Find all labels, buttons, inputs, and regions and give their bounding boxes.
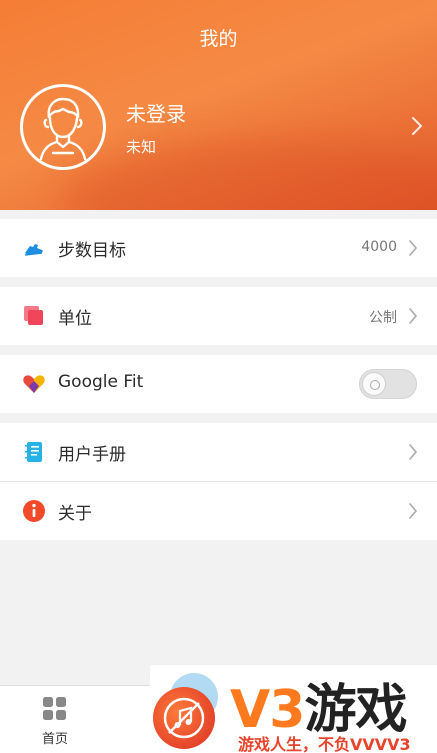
- gender-label: 未知: [126, 138, 157, 156]
- watermark-logo: V3游戏 游戏人生，不负VVVV3: [150, 665, 437, 753]
- unit-value: 公制: [369, 310, 397, 326]
- settings-group-steps: 步数目标 4000: [0, 219, 437, 277]
- profile-card[interactable]: 未登录 未知: [18, 82, 423, 172]
- username-label: 未登录: [126, 102, 186, 126]
- notebook-icon: [25, 442, 42, 462]
- home-grid-icon: [43, 697, 66, 720]
- about-label: 关于: [58, 504, 92, 524]
- toggle-knob: [362, 372, 386, 396]
- user-manual-label: 用户手册: [58, 445, 126, 465]
- chevron-right-icon: [412, 117, 422, 135]
- nav-home[interactable]: 首页: [30, 696, 80, 747]
- about-row[interactable]: 关于: [0, 482, 437, 540]
- music-disc-icon: [153, 687, 215, 749]
- step-goal-value: 4000: [361, 239, 397, 255]
- user-avatar-icon: [39, 97, 87, 161]
- avatar[interactable]: [20, 84, 106, 170]
- google-fit-toggle[interactable]: [359, 369, 417, 399]
- settings-group-info: 用户手册 关于: [0, 423, 437, 540]
- chevron-right-icon: [409, 308, 418, 324]
- google-fit-row: Google Fit: [0, 355, 437, 413]
- settings-group-unit: 单位 公制: [0, 287, 437, 345]
- nav-home-label: 首页: [41, 732, 68, 747]
- unit-row[interactable]: 单位 公制: [0, 287, 437, 345]
- unit-label: 单位: [58, 309, 92, 329]
- layers-icon: [24, 306, 43, 325]
- chevron-right-icon: [409, 240, 418, 256]
- step-goal-row[interactable]: 步数目标 4000: [0, 219, 437, 277]
- info-icon: [23, 500, 45, 522]
- sneaker-icon: [24, 244, 43, 256]
- page-title: 我的: [199, 28, 238, 50]
- google-fit-label: Google Fit: [58, 372, 144, 392]
- chevron-right-icon: [409, 444, 418, 460]
- settings-group-google-fit: Google Fit: [0, 355, 437, 413]
- profile-header: 我的 未登录 未知: [0, 0, 437, 210]
- chevron-right-icon: [409, 503, 418, 519]
- step-goal-label: 步数目标: [58, 241, 126, 261]
- google-fit-heart-icon: [23, 375, 45, 393]
- watermark-slogan: 游戏人生，不负VVVV3: [238, 735, 411, 753]
- user-manual-row[interactable]: 用户手册: [0, 423, 437, 481]
